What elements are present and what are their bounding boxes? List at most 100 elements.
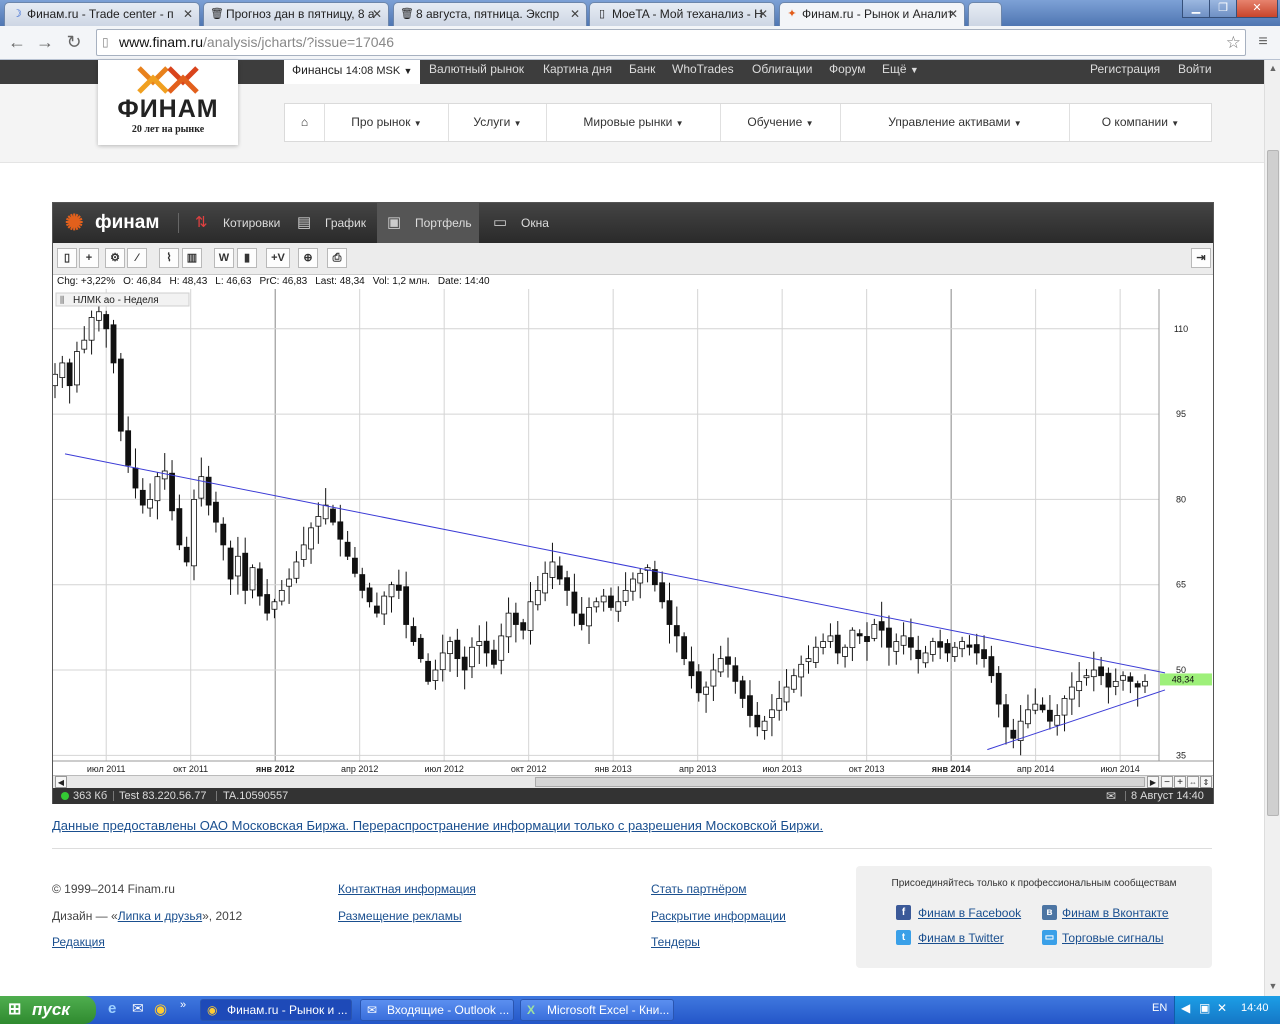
tray-network-icon[interactable]: ✕	[1217, 1001, 1227, 1015]
disclosure-link[interactable]: Раскрытие информации	[651, 909, 786, 923]
draw-line-icon[interactable]: ⁄	[127, 248, 147, 268]
login-link[interactable]: Войти	[1178, 61, 1212, 77]
add-volume-button[interactable]: +V	[266, 248, 290, 268]
print-icon[interactable]: ⎙	[327, 248, 347, 268]
price-chart[interactable]: июл 2011 окт 2011 янв 2012 апр 2012 июл 2012…	[53, 289, 1213, 775]
mainnav-about-market[interactable]: Про рынок ▼	[325, 104, 449, 141]
tab-windows[interactable]: ▭ Окна	[489, 203, 549, 243]
close-tab-icon[interactable]: ✕	[372, 3, 382, 25]
nav-forum[interactable]: Форум	[829, 61, 865, 77]
register-link[interactable]: Регистрация	[1090, 61, 1160, 77]
crosshair-icon[interactable]: ⊕	[298, 248, 318, 268]
signals-link[interactable]: Торговые сигналы	[1062, 931, 1164, 945]
scroll-up-icon[interactable]: ▲	[1266, 60, 1280, 76]
chrome-quick-icon[interactable]: ◉	[154, 1000, 167, 1018]
home-icon[interactable]: ⌂	[285, 104, 325, 141]
close-tab-icon[interactable]: ✕	[183, 3, 193, 25]
scroll-down-icon[interactable]: ▼	[1266, 978, 1280, 994]
candle-body	[798, 663, 805, 678]
browser-tab[interactable]: 🗑 8 августа, пятница. Экспр ✕	[393, 2, 587, 26]
tray-back-icon[interactable]: ◀	[1181, 1001, 1190, 1015]
w-button[interactable]: W	[214, 248, 234, 268]
browser-tab[interactable]: ☽ Финам.ru - Trade center - п ✕	[4, 2, 200, 26]
close-tab-icon[interactable]: ✕	[570, 3, 580, 25]
forward-icon[interactable]: →	[34, 32, 56, 54]
advertising-link[interactable]: Размещение рекламы	[338, 909, 462, 923]
finance-selector[interactable]: Финансы 14:08 MSK ▼	[284, 60, 420, 84]
new-doc-icon[interactable]: ▯	[57, 248, 77, 268]
outlook-quick-icon[interactable]: ✉	[132, 1000, 144, 1017]
language-indicator[interactable]: EN	[1152, 1002, 1167, 1014]
zoom-in-icon[interactable]: +	[1174, 776, 1186, 788]
indicator-icon[interactable]: ⌇	[159, 248, 179, 268]
data-disclaimer-link[interactable]: Данные предоставлены ОАО Московская Бирж…	[52, 818, 823, 833]
nav-bank[interactable]: Банк	[629, 61, 655, 77]
browser-tab[interactable]: ▯ MoeTA - Мой теханализ - Н ✕	[589, 2, 775, 26]
nav-whotrades[interactable]: WhoTrades	[672, 61, 734, 77]
wrench-menu-icon[interactable]: ≡	[1252, 32, 1274, 54]
restore-icon[interactable]: ❐	[1209, 0, 1237, 18]
candle-body	[139, 489, 146, 506]
close-tab-icon[interactable]: ✕	[758, 3, 768, 25]
candle-body	[1039, 704, 1046, 711]
tray-app-icon[interactable]: ▣	[1199, 1001, 1210, 1015]
close-window-icon[interactable]: ✕	[1236, 0, 1278, 18]
candle-body	[827, 635, 834, 642]
expand-panel-icon[interactable]: ⇥	[1191, 248, 1211, 268]
mainnav-asset-management[interactable]: Управление активами ▼	[841, 104, 1070, 141]
tab-portfolio[interactable]: ▣ Портфель	[377, 203, 479, 243]
task-outlook[interactable]: ✉ Входящие - Outlook ...	[360, 999, 514, 1021]
scroll-left-icon[interactable]: ◀	[55, 776, 67, 788]
mainnav-services[interactable]: Услуги ▼	[449, 104, 547, 141]
finam-logo[interactable]: ФИНАМ 20 лет на рынке	[98, 60, 238, 145]
address-bar[interactable]: ▯ www.finam.ru/analysis/jcharts/?issue=1…	[96, 29, 1246, 56]
candle-body	[783, 686, 790, 703]
mainnav-education[interactable]: Обучение ▼	[721, 104, 841, 141]
minimize-icon[interactable]: ▁	[1182, 0, 1210, 18]
bars-icon[interactable]: ▥	[182, 248, 202, 268]
mainnav-about-company[interactable]: О компании ▼	[1070, 104, 1211, 141]
mail-icon[interactable]: ✉	[1106, 788, 1116, 804]
browser-tab-active[interactable]: ✦ Финам.ru - Рынок и Аналит ✕	[779, 2, 965, 27]
design-link[interactable]: Липка и друзья	[118, 909, 202, 923]
back-icon[interactable]: ←	[6, 32, 28, 54]
twitter-link[interactable]: Финам в Twitter	[918, 931, 1004, 945]
settings-icon[interactable]: ⚙	[105, 248, 125, 268]
candle-type-icon[interactable]: ▮	[237, 248, 257, 268]
close-tab-icon[interactable]: ✕	[948, 3, 958, 25]
facebook-link[interactable]: Финам в Facebook	[918, 906, 1021, 920]
scroll-right-icon[interactable]: ▶	[1147, 776, 1159, 788]
nav-currency-market[interactable]: Валютный рынок	[429, 61, 524, 77]
bookmark-star-icon[interactable]: ☆	[1226, 30, 1241, 55]
add-doc-icon[interactable]: +	[79, 248, 99, 268]
nav-day-picture[interactable]: Картина дня	[543, 61, 612, 77]
mainnav-world-markets[interactable]: Мировые рынки ▼	[547, 104, 721, 141]
contacts-link[interactable]: Контактная информация	[338, 882, 476, 896]
editorial-link[interactable]: Редакция	[52, 935, 105, 949]
task-excel[interactable]: X Microsoft Excel - Кни...	[520, 999, 674, 1021]
vk-link[interactable]: Финам в Вконтакте	[1062, 906, 1169, 920]
browser-tab[interactable]: 🗑 Прогноз дан в пятницу, 8 а ✕	[203, 2, 389, 26]
nav-more[interactable]: Ещё ▼	[882, 61, 919, 78]
chart-horizontal-scrollbar[interactable]: ◀ ▶ − + ⇔ ⇕	[53, 775, 1213, 788]
more-quick-launch-icon[interactable]: »	[180, 999, 186, 1011]
ie-icon[interactable]: e	[108, 1000, 116, 1017]
zoom-out-icon[interactable]: −	[1161, 776, 1173, 788]
scroll-thumb[interactable]	[1267, 150, 1279, 816]
chart-scroll-thumb[interactable]	[535, 777, 1145, 787]
partner-link[interactable]: Стать партнёром	[651, 882, 747, 896]
page-scrollbar[interactable]: ▲ ▼	[1264, 60, 1280, 996]
tab-chart[interactable]: ▤ График	[293, 203, 366, 243]
new-tab-button[interactable]	[968, 2, 1002, 26]
fit-icon[interactable]: ⇔	[1187, 776, 1199, 788]
reload-icon[interactable]: ↻	[63, 32, 85, 54]
start-button[interactable]: ⊞ пуск	[0, 996, 96, 1024]
x-tick-label: июл 2014	[1100, 764, 1139, 774]
candle-body	[915, 649, 922, 660]
task-chrome[interactable]: ◉ Финам.ru - Рынок и ...	[200, 999, 352, 1021]
vertical-scale-icon[interactable]: ⇕	[1200, 776, 1212, 788]
candle-body	[176, 508, 183, 546]
tenders-link[interactable]: Тендеры	[651, 935, 700, 949]
nav-bonds[interactable]: Облигации	[752, 61, 812, 77]
tab-quotes[interactable]: ⇅ Котировки	[191, 203, 280, 243]
